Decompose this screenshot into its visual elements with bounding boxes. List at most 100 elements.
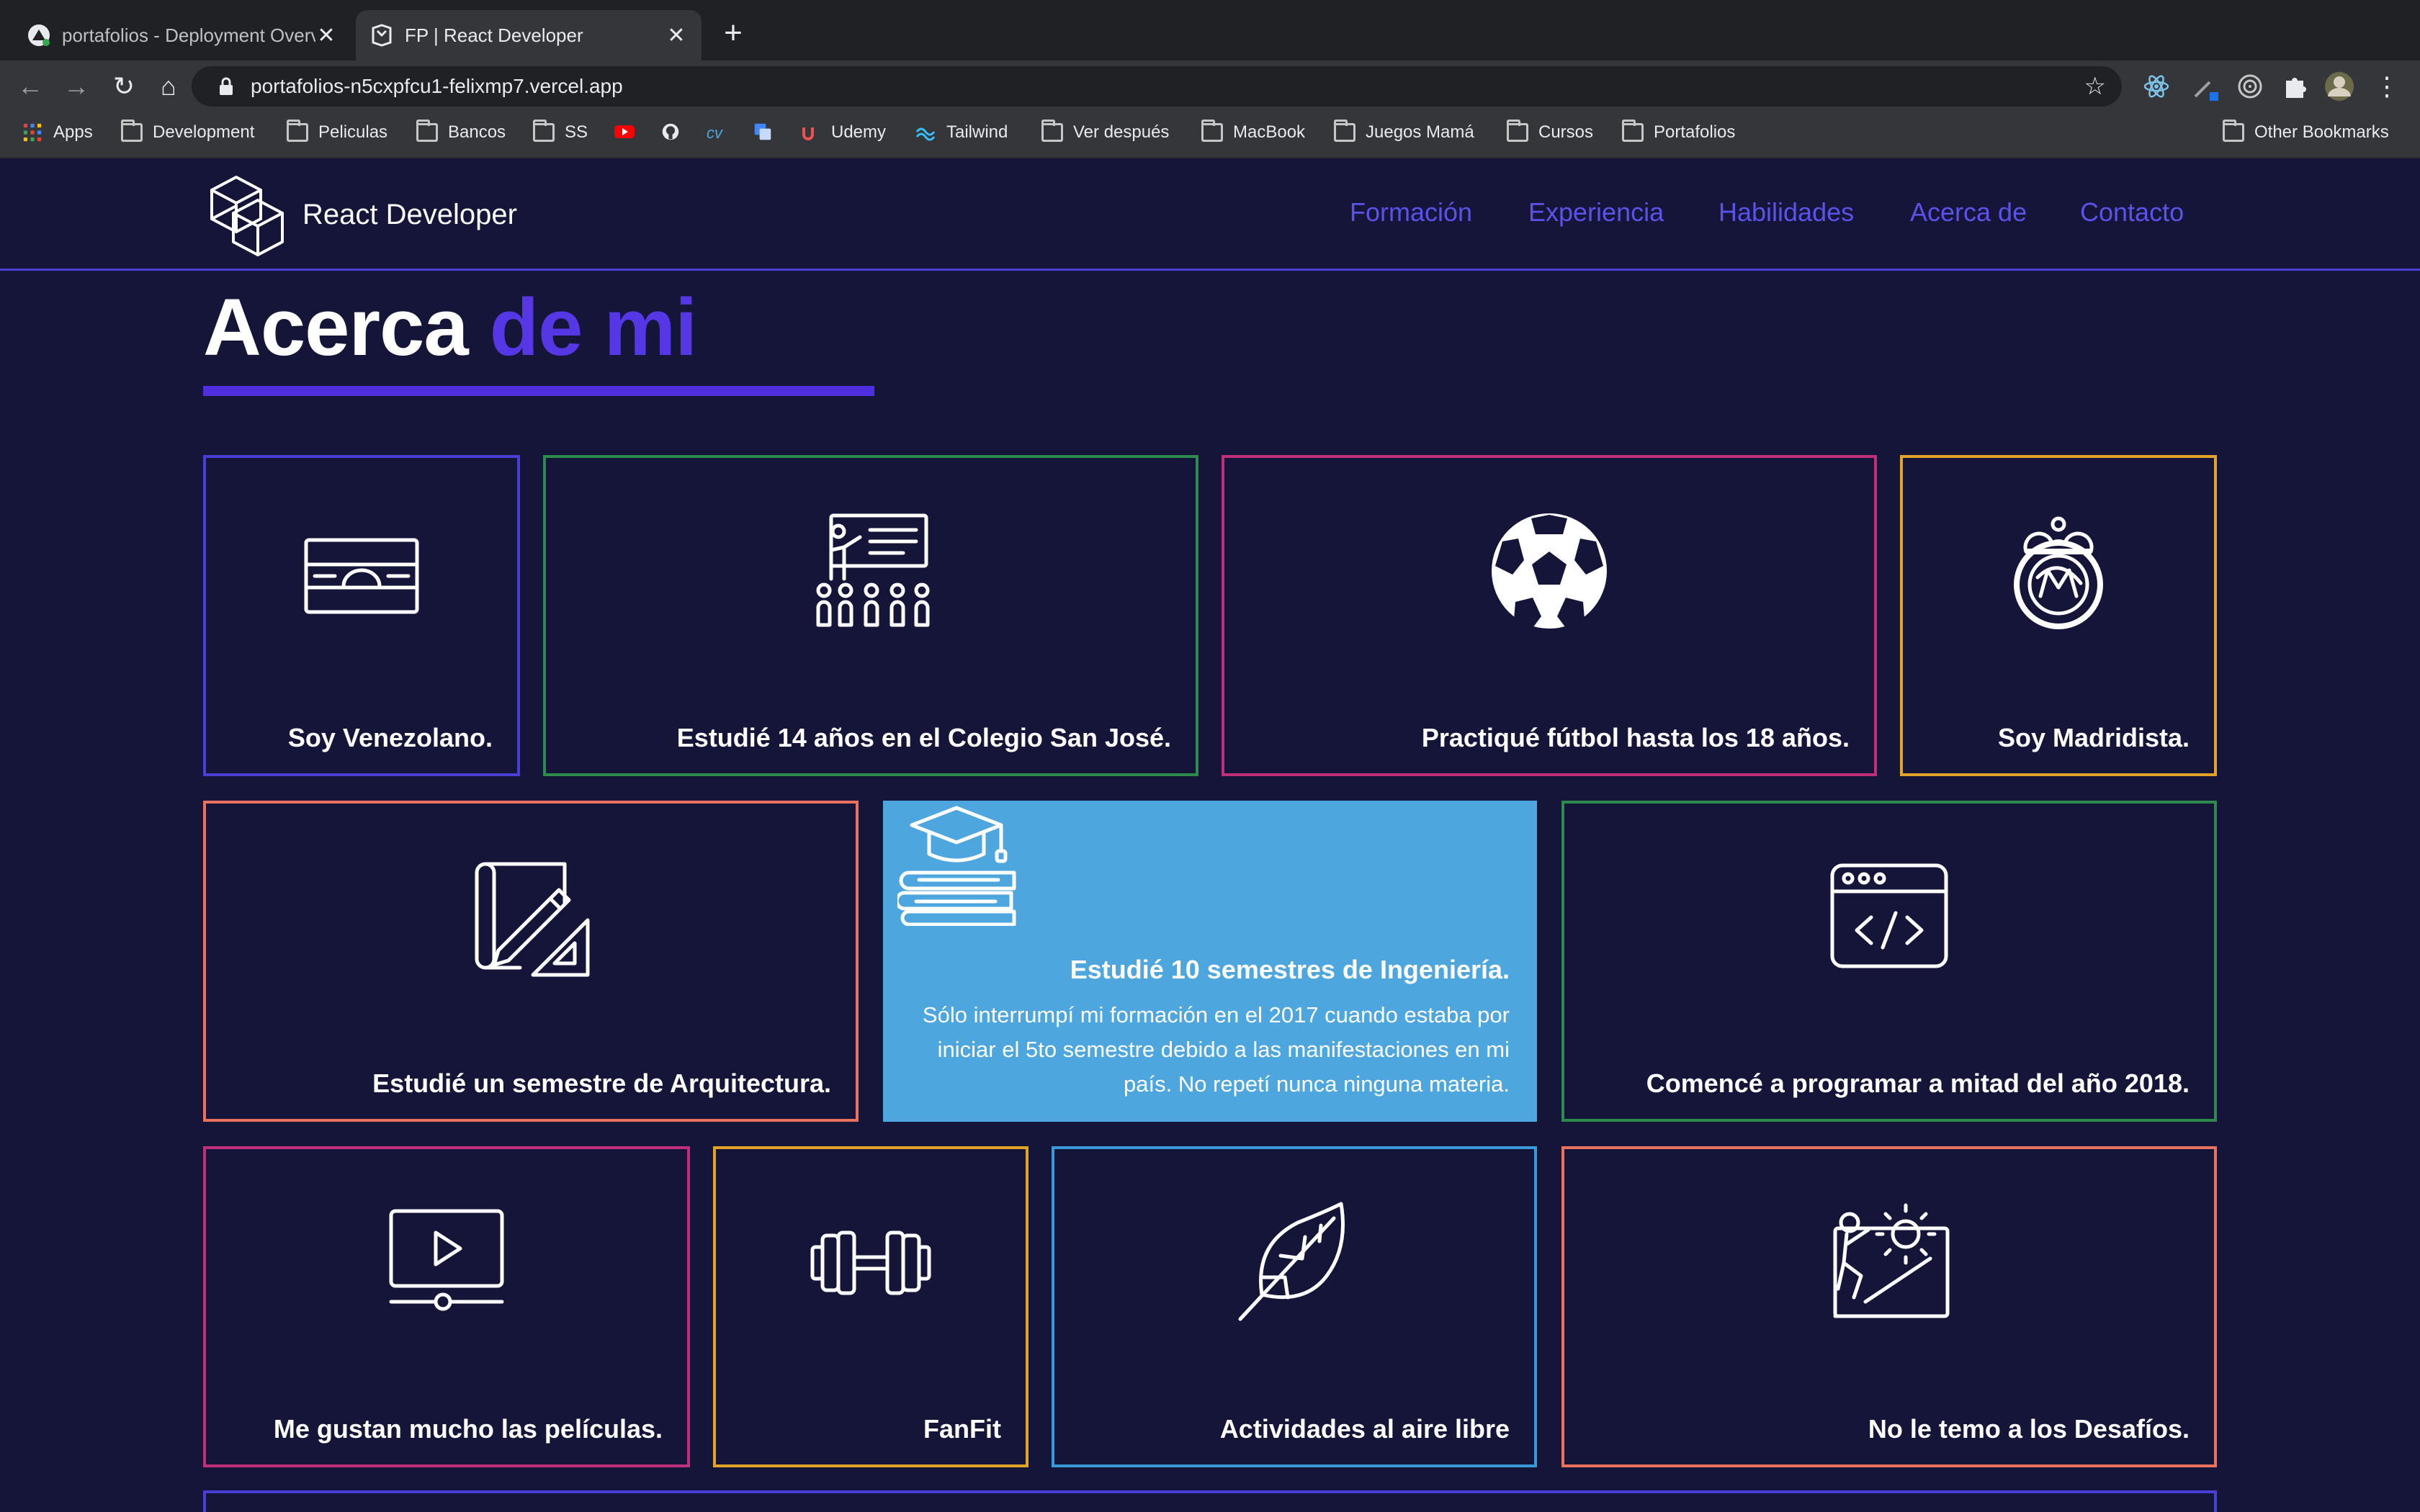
- card-label: Comencé a programar a mitad del año 2018…: [1646, 1068, 2190, 1098]
- card-label: Soy Venezolano.: [287, 723, 493, 752]
- svg-text:cv: cv: [707, 124, 724, 141]
- forward-arrow-icon[interactable]: →: [58, 68, 95, 105]
- card-label: Practiqué fútbol hasta los 18 años.: [1421, 723, 1850, 752]
- home-icon[interactable]: ⌂: [150, 68, 187, 105]
- card-programar[interactable]: Comencé a programar a mitad del año 2018…: [1561, 801, 2217, 1122]
- dumbbell-icon: [810, 1230, 931, 1295]
- tab-react-developer[interactable]: FP | React Developer ✕: [356, 10, 702, 60]
- blueprint-icon: [475, 862, 590, 977]
- folder-icon: [1201, 120, 1223, 142]
- card-venezolano[interactable]: Soy Venezolano.: [203, 455, 520, 776]
- bookmark-github[interactable]: [660, 122, 691, 141]
- folder-icon: [1334, 120, 1355, 142]
- folder-icon: [1622, 120, 1644, 142]
- folder-icon: [533, 120, 555, 142]
- real-madrid-crest-icon: [2014, 516, 2103, 629]
- nav-habilidades[interactable]: Habilidades: [1718, 197, 1854, 228]
- folder-icon: [287, 120, 308, 142]
- url-text: portafolios-n5cxpfcu1-felixmp7.vercel.ap…: [251, 75, 623, 97]
- card-desafios[interactable]: No le temo a los Desafíos.: [1561, 1146, 2217, 1467]
- folder-icon: [416, 120, 438, 142]
- card-ingenieria[interactable]: Estudié 10 semestres de Ingeniería. Sólo…: [883, 801, 1537, 1122]
- bookmark-macbook[interactable]: MacBook: [1201, 120, 1305, 143]
- browser-menu-icon[interactable]: ⋮: [2368, 68, 2406, 105]
- nav-acerca-de[interactable]: Acerca de: [1910, 197, 2027, 228]
- card-description: Sólo interrumpí mi formación en el 2017 …: [922, 1002, 1510, 1097]
- bookmark-translate[interactable]: [752, 122, 784, 141]
- bookmark-udemy[interactable]: Udemy: [799, 122, 886, 143]
- browser-tab-strip: portafolios - Deployment Overv ✕ FP | Re…: [0, 0, 2420, 60]
- new-tab-button[interactable]: +: [717, 17, 749, 50]
- extensions-puzzle-icon[interactable]: [2279, 71, 2311, 102]
- address-bar[interactable]: portafolios-n5cxpfcu1-felixmp7.vercel.ap…: [192, 66, 2122, 107]
- bookmark-cursos[interactable]: Cursos: [1507, 120, 1593, 143]
- nav-formacion[interactable]: Formación: [1350, 197, 1472, 228]
- leaf-icon: [1238, 1202, 1345, 1321]
- soccer-ball-icon: [1492, 513, 1607, 629]
- tab-deployment-overview[interactable]: portafolios - Deployment Overv ✕: [13, 10, 351, 60]
- nav-experiencia[interactable]: Experiencia: [1528, 197, 1664, 228]
- bookmark-juegos-mama[interactable]: Juegos Mamá: [1334, 120, 1474, 143]
- brand-name[interactable]: React Developer: [302, 199, 517, 231]
- card-peliculas[interactable]: Me gustan mucho las películas.: [203, 1146, 690, 1467]
- site-favicon-icon: [372, 24, 392, 47]
- card-label: No le temo a los Desafíos.: [1868, 1414, 2190, 1444]
- bookmark-peliculas[interactable]: Peliculas: [287, 120, 387, 143]
- card-colegio[interactable]: Estudié 14 años en el Colegio San José.: [543, 455, 1198, 776]
- tab-title: portafolios - Deployment Overv: [62, 24, 315, 46]
- browser-toolbar: ← → ↻ ⌂ portafolios-n5cxpfcu1-felixmp7.v…: [0, 60, 2420, 112]
- video-player-icon: [389, 1209, 504, 1311]
- folder-icon: [1041, 120, 1063, 142]
- vercel-favicon-icon: [28, 24, 50, 46]
- site-header: React Developer Formación Experiencia Ha…: [0, 158, 2420, 271]
- close-tab-icon[interactable]: ✕: [666, 23, 687, 48]
- climbing-gear-icon: [1833, 1203, 1950, 1318]
- title-underline: [203, 386, 874, 396]
- eyedropper-icon[interactable]: [2190, 71, 2221, 102]
- site-logo-icon[interactable]: [209, 174, 285, 258]
- react-devtools-icon[interactable]: [2141, 71, 2172, 102]
- bookmark-other-bookmarks[interactable]: Other Bookmarks: [2223, 120, 2389, 143]
- apps-grid-icon: [23, 123, 42, 142]
- card-next-row: [203, 1490, 2217, 1512]
- target-extension-icon[interactable]: [2234, 71, 2266, 102]
- card-label: Soy Madridista.: [1997, 723, 2190, 752]
- classroom-icon: [816, 513, 930, 627]
- bookmark-apps[interactable]: Apps: [22, 122, 93, 143]
- page-title: Acerca de mi: [203, 282, 697, 372]
- card-label: Estudié 14 años en el Colegio San José.: [676, 723, 1171, 752]
- bookmark-cv[interactable]: cv: [706, 122, 738, 141]
- bookmark-youtube[interactable]: [614, 122, 645, 141]
- bookmark-portafolios[interactable]: Portafolios: [1622, 120, 1735, 143]
- bookmark-ver-despues[interactable]: Ver después: [1041, 120, 1169, 143]
- card-label: FanFit: [923, 1414, 1001, 1444]
- tab-title: FP | React Developer: [405, 24, 583, 46]
- bookmark-bancos[interactable]: Bancos: [416, 120, 506, 143]
- nav-contacto[interactable]: Contacto: [2080, 197, 2184, 228]
- reload-icon[interactable]: ↻: [105, 68, 143, 105]
- profile-avatar[interactable]: [2323, 71, 2355, 102]
- bookmark-development[interactable]: Development: [121, 120, 254, 143]
- card-arquitectura[interactable]: Estudié un semestre de Arquitectura.: [203, 801, 859, 1122]
- folder-icon: [2223, 120, 2244, 142]
- bookmark-tailwind[interactable]: Tailwind: [915, 122, 1008, 143]
- card-fanfit[interactable]: FanFit: [713, 1146, 1028, 1467]
- bookmark-ss[interactable]: SS: [533, 120, 588, 143]
- card-label: Me gustan mucho las películas.: [273, 1414, 663, 1444]
- bookmark-star-icon[interactable]: ☆: [2084, 72, 2106, 101]
- card-label: Estudié un semestre de Arquitectura.: [372, 1068, 831, 1098]
- graduation-books-icon: [897, 806, 1016, 926]
- folder-icon: [121, 120, 143, 142]
- flag-icon: [304, 538, 419, 614]
- card-futbol[interactable]: Practiqué fútbol hasta los 18 años.: [1222, 455, 1877, 776]
- folder-icon: [1507, 120, 1528, 142]
- card-title: Estudié 10 semestres de Ingeniería.: [1070, 955, 1510, 984]
- translate-icon: [754, 123, 771, 140]
- card-madridista[interactable]: Soy Madridista.: [1900, 455, 2217, 776]
- udemy-icon: [802, 127, 814, 140]
- back-arrow-icon[interactable]: ←: [12, 68, 49, 105]
- close-tab-icon[interactable]: ✕: [315, 23, 337, 48]
- card-aire-libre[interactable]: Actividades al aire libre: [1052, 1146, 1537, 1467]
- bookmarks-bar: Apps Development Peliculas Bancos SS cv …: [0, 112, 2420, 158]
- code-window-icon: [1830, 863, 1948, 968]
